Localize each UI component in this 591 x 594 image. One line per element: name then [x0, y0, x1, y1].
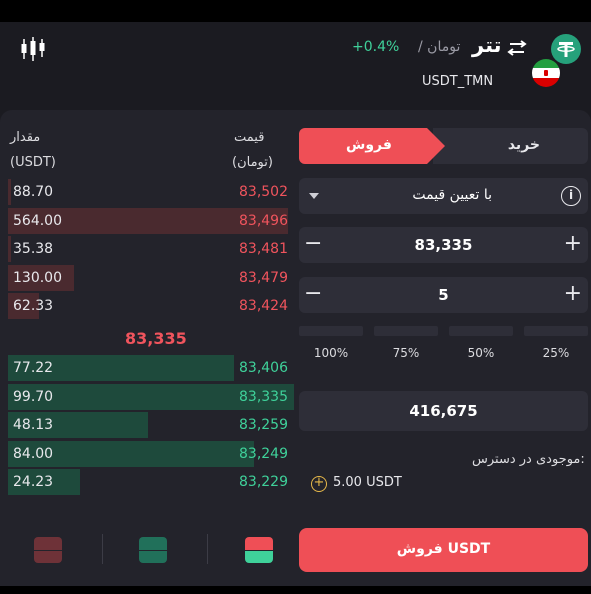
market-header: [0, 22, 591, 110]
order-price: 83,481: [239, 241, 288, 258]
order-amount: 62.33: [13, 298, 54, 315]
depth-bar: [8, 179, 11, 205]
order-amount: 99.70: [13, 388, 54, 405]
nav-bar: [0, 586, 591, 594]
bid-row[interactable]: 24.23 83,229: [8, 468, 294, 496]
percent-50-button[interactable]: 50%: [449, 346, 513, 360]
available-balance-value: 5.00 USDT: [333, 475, 402, 490]
tab-sell-label: فروش: [346, 137, 392, 153]
amount-header: مقدار: [10, 130, 41, 145]
amount-increase-button[interactable]: +: [564, 282, 582, 306]
percent-100-button[interactable]: 100%: [299, 346, 363, 360]
percent-25-slider-step[interactable]: [524, 326, 588, 336]
order-amount: 130.00: [13, 269, 62, 286]
percent-75-slider-step[interactable]: [374, 326, 438, 336]
price-value: 83,335: [414, 236, 473, 254]
asks-only-view-button[interactable]: [34, 537, 62, 563]
percent-75-button[interactable]: 75%: [374, 346, 438, 360]
price-header: قیمت: [234, 130, 265, 145]
order-amount: 564.00: [13, 212, 62, 229]
candlestick-icon[interactable]: [20, 36, 46, 62]
order-amount: 88.70: [13, 184, 54, 200]
ask-row[interactable]: 564.00 83,496: [8, 207, 294, 235]
order-amount: 35.38: [13, 241, 54, 258]
amount-value: 5: [438, 286, 449, 304]
depth-bar: [8, 236, 11, 263]
ask-row[interactable]: 62.33 83,424: [8, 292, 294, 320]
price-unit: (تومان): [232, 155, 273, 170]
order-price: 83,479: [239, 269, 288, 286]
bid-row[interactable]: 48.13 83,259: [8, 411, 294, 439]
ask-row[interactable]: 88.70 83,502: [8, 178, 294, 206]
total-input[interactable]: 416,675: [299, 391, 588, 431]
bid-row[interactable]: 77.22 83,406: [8, 354, 294, 382]
add-funds-icon[interactable]: +: [311, 476, 327, 492]
iran-flag: [530, 57, 562, 89]
percent-100-slider-step[interactable]: [299, 326, 363, 336]
caret-down-icon: [309, 193, 319, 199]
status-bar: [0, 0, 591, 22]
bid-row[interactable]: 99.70 83,335: [8, 383, 294, 411]
price-input[interactable]: − 83,335 +: [299, 227, 588, 263]
percent-25-button[interactable]: 25%: [524, 346, 588, 360]
order-type-select[interactable]: با تعیین قیمت i: [299, 178, 588, 214]
order-amount: 77.22: [13, 360, 54, 376]
order-type-label: با تعیین قیمت: [412, 187, 492, 203]
order-price: 83,406: [239, 360, 288, 376]
last-price[interactable]: 83,335: [125, 329, 187, 348]
app-screen: +0.4% / تومان تتر USDT_TMN مقدار (USDT) …: [0, 0, 591, 594]
order-price: 83,335: [239, 388, 288, 405]
sell-usdt-button[interactable]: فروش USDT: [299, 528, 588, 572]
divider: [207, 534, 208, 564]
order-price: 83,496: [239, 212, 288, 229]
order-amount: 48.13: [13, 417, 54, 434]
percent-50-slider-step[interactable]: [449, 326, 513, 336]
bids-only-view-button[interactable]: [139, 537, 167, 563]
quote-currency: / تومان: [418, 39, 461, 55]
price-increase-button[interactable]: +: [564, 232, 582, 256]
price-change: +0.4%: [352, 39, 400, 55]
order-price: 83,229: [239, 474, 288, 491]
order-amount: 24.23: [13, 474, 54, 491]
divider: [102, 534, 103, 564]
asset-title: تتر: [472, 33, 502, 57]
info-icon[interactable]: i: [561, 186, 581, 206]
order-price: 83,502: [239, 184, 288, 200]
order-amount: 84.00: [13, 445, 54, 462]
available-balance-label: موجودی در دسترس:: [472, 452, 585, 467]
amount-input[interactable]: − 5 +: [299, 277, 588, 313]
total-value: 416,675: [409, 402, 478, 420]
ask-row[interactable]: 130.00 83,479: [8, 264, 294, 292]
tab-buy-label: خرید: [507, 137, 540, 153]
tab-buy[interactable]: خرید: [433, 128, 588, 164]
amount-unit: (USDT): [10, 155, 56, 170]
tab-sell[interactable]: فروش: [299, 128, 445, 164]
swap-icon[interactable]: [506, 40, 528, 56]
order-price: 83,249: [239, 445, 288, 462]
ask-row[interactable]: 35.38 83,481: [8, 235, 294, 263]
sell-usdt-button-label: فروش USDT: [396, 541, 491, 557]
market-pair: USDT_TMN: [422, 74, 494, 89]
order-price: 83,259: [239, 417, 288, 434]
order-price: 83,424: [239, 298, 288, 315]
bid-row[interactable]: 84.00 83,249: [8, 440, 294, 468]
both-sides-view-button[interactable]: [245, 537, 273, 563]
